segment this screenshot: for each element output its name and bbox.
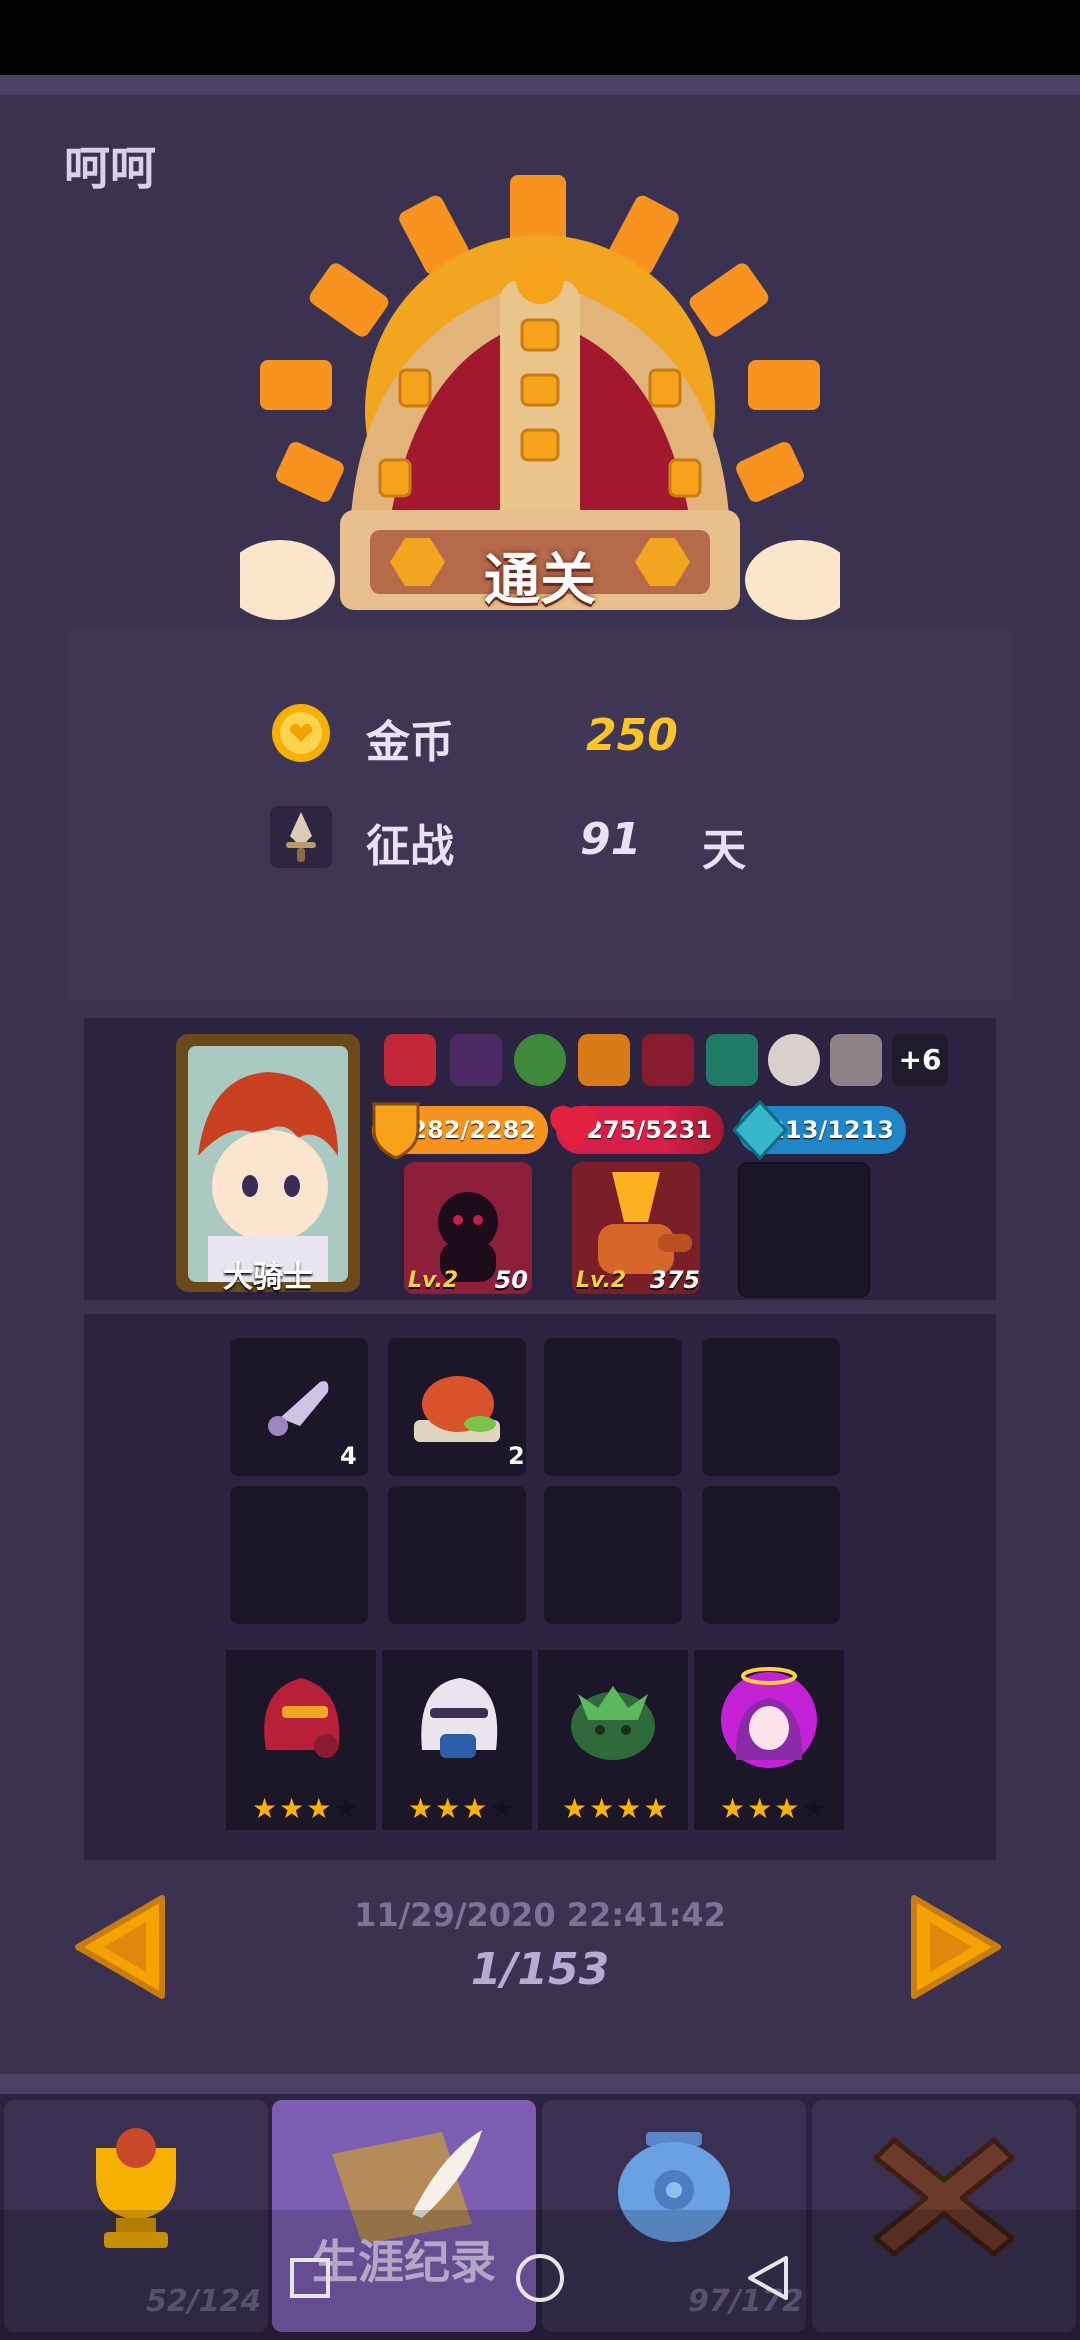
- hero-name: 大骑士: [223, 1260, 313, 1295]
- campaign-value: 91: [580, 814, 642, 865]
- player-name: 呵呵: [64, 141, 156, 195]
- tabbar-divider: [0, 2074, 1080, 2094]
- recents-icon[interactable]: [288, 2256, 332, 2304]
- mana-crystal-icon: [731, 1099, 789, 1164]
- heart-icon: [546, 1100, 602, 1160]
- eggplant-icon[interactable]: [450, 1034, 502, 1086]
- record-timestamp: 11/29/2020 22:41:42: [354, 1896, 726, 1934]
- inventory-slot-7[interactable]: [544, 1486, 682, 1624]
- home-icon[interactable]: [514, 2252, 566, 2308]
- shield-icon: [370, 1100, 422, 1164]
- trident-icon[interactable]: [706, 1034, 758, 1086]
- amulet-icon[interactable]: [642, 1034, 694, 1086]
- inventory-slot-8[interactable]: [702, 1486, 840, 1624]
- inventory-slot-6[interactable]: [388, 1486, 526, 1624]
- record-page: 1/153: [470, 1944, 610, 1995]
- status-bar: [0, 0, 1080, 75]
- prev-record-button[interactable]: [72, 1892, 168, 2006]
- gold-label: 金币: [366, 717, 454, 768]
- campaign-label: 征战: [366, 821, 454, 872]
- inventory-slot-3[interactable]: [544, 1338, 682, 1476]
- skill-1-level: Lv.2: [408, 1268, 459, 1293]
- unit-1-stars: ★★★★: [252, 1792, 361, 1825]
- unit-4-stars: ★★★★: [720, 1792, 829, 1825]
- result-label: 通关: [484, 548, 596, 613]
- skill-2-level: Lv.2: [576, 1268, 627, 1293]
- drum-icon[interactable]: [384, 1034, 436, 1086]
- skill-slot-empty[interactable]: [738, 1162, 870, 1298]
- cross-shield-icon[interactable]: [768, 1034, 820, 1086]
- inventory-slot-4[interactable]: [702, 1338, 840, 1476]
- gold-value: 250: [586, 710, 678, 761]
- summary-panel: [68, 630, 1012, 1000]
- inventory-slot-2[interactable]: [388, 1338, 526, 1476]
- grape-icon[interactable]: [514, 1034, 566, 1086]
- campaign-unit: 天: [702, 825, 746, 876]
- inventory-slot-5[interactable]: [230, 1486, 368, 1624]
- squirrel-statue-icon[interactable]: [830, 1034, 882, 1086]
- unit-2-stars: ★★★★: [408, 1792, 517, 1825]
- gold-coin-icon: [270, 702, 332, 768]
- hero-portrait: [188, 1046, 348, 1282]
- skill-2-value: 375: [650, 1266, 701, 1294]
- top-divider: [0, 75, 1080, 95]
- wand-icon[interactable]: [578, 1034, 630, 1086]
- next-record-button[interactable]: [908, 1892, 1004, 2006]
- unit-3-stars: ★★★★: [562, 1792, 671, 1825]
- sword-icon: [270, 806, 332, 872]
- back-icon[interactable]: [744, 2252, 792, 2308]
- inventory-slot-2-count: 2: [508, 1442, 525, 1470]
- skill-1-value: 50: [494, 1266, 528, 1294]
- inventory-slot-1-count: 4: [340, 1442, 357, 1470]
- more-items-badge[interactable]: +6: [892, 1034, 948, 1086]
